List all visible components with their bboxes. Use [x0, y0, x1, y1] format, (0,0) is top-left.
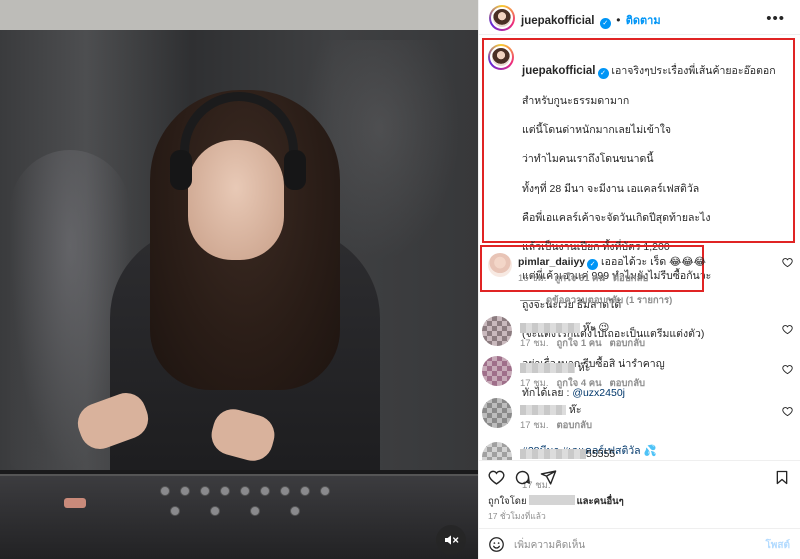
comment-like-heart-icon[interactable]	[782, 257, 793, 268]
caption-line: ว่าทำไมคนเราถึงโดนขนาดนี้	[522, 153, 654, 166]
post-media[interactable]	[0, 0, 478, 559]
comment-item: 55555	[482, 442, 792, 460]
likes-suffix[interactable]: และคนอื่นๆ	[577, 496, 624, 507]
likes-prefix: ถูกใจโดย	[488, 496, 527, 507]
mixer-knob	[250, 506, 260, 516]
comment-body: ห๊ะ	[520, 359, 590, 376]
mixer-knob	[300, 486, 310, 496]
view-replies-button[interactable]: ดูข้อความตอบกลับ (1 รายการ)	[520, 293, 672, 308]
comment-like-heart-icon[interactable]	[782, 406, 793, 417]
caption-highlight-box: juepakofficial ✓ เอาจริงๆประเรื่องพี่เส้น…	[482, 38, 795, 491]
comment-username-blurred[interactable]	[520, 449, 586, 460]
comment-reply-button[interactable]: ตอบกลับ	[613, 273, 649, 284]
follow-button[interactable]: ติดตาม	[626, 15, 661, 27]
comment-text: 55555	[586, 448, 616, 460]
comment-username-blurred[interactable]	[520, 323, 580, 334]
comment-highlight-box: pimlar_daiiyy ✓ เอออได้วะ เร็ด 😂😂😂 16 ชม.…	[480, 245, 706, 292]
bookmark-icon[interactable]	[774, 469, 790, 486]
comment-username-blurred[interactable]	[520, 405, 566, 416]
mixer-knob	[290, 506, 300, 516]
comment-author-avatar[interactable]	[488, 253, 512, 277]
speaker-muted-icon	[445, 535, 459, 545]
comment-avatar-pixelated[interactable]	[482, 398, 512, 428]
comment-body: ห๊ะ	[520, 401, 581, 418]
post-actions-bar	[478, 460, 800, 490]
mixer-knob	[220, 486, 230, 496]
mixer-knob	[180, 486, 190, 496]
liked-by-username-blurred[interactable]	[528, 495, 575, 505]
comment-text: ห๊ะ	[577, 362, 591, 374]
comment-username-blurred[interactable]	[520, 363, 575, 374]
mixer-pad	[64, 498, 86, 508]
comment-meta: 16 ชม. ถูกใจ 61 คน ตอบกลับ	[518, 271, 648, 286]
media-dj-mixer	[0, 474, 478, 559]
comment-likes[interactable]: ถูกใจ 4 คน	[556, 378, 601, 389]
caption-line: คือพี่เอแคลร์เค้าจะจัดวันเกิดปีสุดท้ายละ…	[522, 211, 711, 224]
mixer-knob	[170, 506, 180, 516]
caption-line: ทั้งๆที่ 28 มีนา จะมีงาน เอแคลร์เฟสติวัล	[522, 182, 700, 195]
more-horizontal-icon[interactable]: •••	[766, 10, 785, 27]
post-comment-button[interactable]: โพสต์	[765, 538, 790, 553]
comment-text: ห๊ะ 😉	[582, 322, 610, 334]
caption-line: เอาจริงๆประเรื่องพี่เส้นค้ายอะอ๊อตอก	[611, 64, 776, 77]
heart-icon[interactable]	[488, 469, 505, 486]
header-separator: •	[616, 13, 621, 27]
comment-avatar-pixelated[interactable]	[482, 442, 512, 460]
comment-meta: 17 ชม. ตอบกลับ	[520, 418, 592, 433]
mixer-knob	[320, 486, 330, 496]
comment-reply-button[interactable]: ตอบกลับ	[610, 338, 646, 349]
mixer-knob	[160, 486, 170, 496]
comment-username[interactable]: pimlar_daiiyy	[518, 256, 585, 268]
comment-text: เอออได้วะ เร็ด 😂😂😂	[601, 256, 706, 268]
comment-time: 17 ชม.	[520, 338, 549, 349]
comment-reply-button[interactable]: ตอบกลับ	[610, 378, 646, 389]
caption-first-line: juepakofficial ✓ เอาจริงๆประเรื่องพี่เส้น…	[522, 64, 782, 80]
caption-username[interactable]: juepakofficial	[522, 65, 596, 77]
comment-meta: 17 ชม. ถูกใจ 4 คน ตอบกลับ	[520, 376, 645, 391]
post-header: juepakofficial ✓ • ติดตาม •••	[479, 0, 800, 35]
media-ceiling	[0, 0, 478, 30]
caption-line: สำหรับกูนะธรรมดามาก	[522, 94, 630, 107]
comment-like-heart-icon[interactable]	[782, 324, 793, 335]
add-comment-input[interactable]: เพิ่มความคิดเห็น	[514, 538, 585, 553]
comment-avatar-pixelated[interactable]	[482, 356, 512, 386]
comment-likes[interactable]: ถูกใจ 61 คน	[554, 273, 604, 284]
caption-author-avatar[interactable]	[488, 44, 514, 70]
comment-time: 16 ชม.	[518, 273, 547, 284]
add-comment-bar: เพิ่มความคิดเห็น โพสต์	[478, 528, 800, 559]
comment-body: pimlar_daiiyy ✓ เอออได้วะ เร็ด 😂😂😂	[518, 253, 706, 270]
media-headphone-right	[284, 150, 306, 190]
view-replies-label: ดูข้อความตอบกลับ (1 รายการ)	[546, 295, 673, 306]
media-headphone-left	[170, 150, 192, 190]
comment-meta: 17 ชม. ถูกใจ 1 คน ตอบกลับ	[520, 336, 645, 351]
comment-likes[interactable]: ถูกใจ 1 คน	[556, 338, 601, 349]
mixer-knob	[280, 486, 290, 496]
post-timestamp: 17 ชั่วโมงที่แล้ว	[488, 511, 546, 521]
mixer-knob	[240, 486, 250, 496]
comment-like-heart-icon[interactable]	[782, 364, 793, 375]
verified-badge-icon: ✓	[597, 68, 609, 80]
verified-badge-icon: ✓	[587, 258, 599, 270]
comment-avatar-pixelated[interactable]	[482, 316, 512, 346]
comment-body: ห๊ะ 😉	[520, 319, 609, 336]
comment-text: ห๊ะ	[568, 404, 582, 416]
comment-icon[interactable]	[514, 469, 531, 486]
mixer-knob	[210, 506, 220, 516]
comment-time: 17 ชม.	[520, 378, 549, 389]
mixer-knob	[200, 486, 210, 496]
post-author-username[interactable]: juepakofficial	[521, 15, 595, 27]
comment-reply-button[interactable]: ตอบกลับ	[556, 420, 592, 431]
comment-time: 17 ชม.	[520, 420, 549, 431]
post-author-row: juepakofficial ✓ • ติดตาม	[521, 11, 661, 29]
emoji-icon[interactable]	[488, 536, 505, 553]
verified-badge-icon: ✓	[599, 17, 611, 29]
likes-summary[interactable]: ถูกใจโดย และคนอื่นๆ	[488, 494, 624, 509]
caption-line: แต่นี้โดนด่าหนักมากเลยไม่เข้าใจ	[522, 124, 672, 137]
mixer-knob	[260, 486, 270, 496]
share-icon[interactable]	[540, 469, 557, 486]
post-author-avatar[interactable]	[489, 5, 515, 31]
mute-toggle-button[interactable]	[436, 525, 466, 555]
comment-body: 55555	[520, 448, 615, 460]
